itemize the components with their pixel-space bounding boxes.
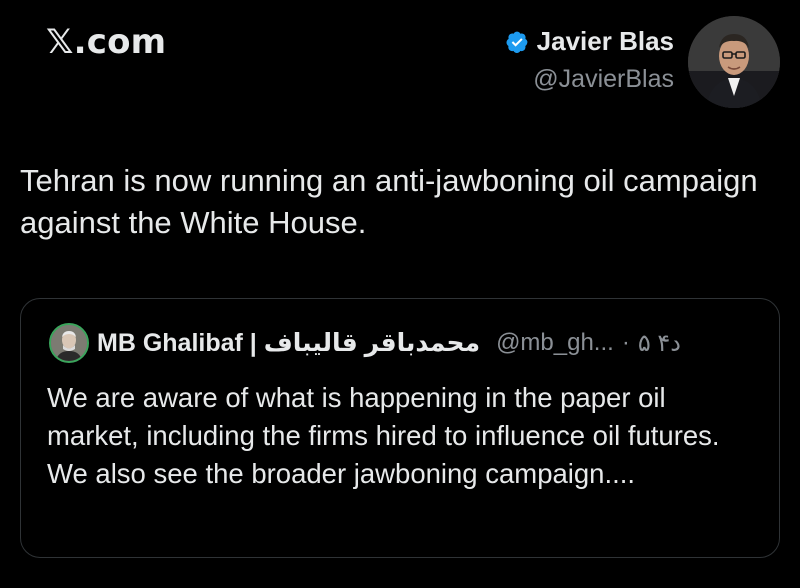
avatar-portrait-icon (688, 16, 780, 108)
site-logo: 𝕏.com (46, 22, 167, 62)
quoted-tweet[interactable]: MB Ghalibaf | محمدباقر قالیباف @mb_gh...… (20, 298, 780, 558)
verified-badge-icon (506, 31, 528, 53)
quoted-tweet-header: MB Ghalibaf | محمدباقر قالیباف @mb_gh...… (49, 323, 759, 363)
quoted-author-name[interactable]: MB Ghalibaf | محمدباقر قالیباف (97, 328, 480, 358)
author-avatar[interactable] (688, 16, 780, 108)
tweet-text: Tehran is now running an anti-jawboning … (20, 163, 758, 240)
quoted-tweet-text: We are aware of what is happening in the… (47, 382, 720, 489)
author-name[interactable]: Javier Blas (537, 26, 674, 57)
quoted-timestamp[interactable]: ۵ ۴د (638, 329, 681, 358)
avatar-portrait-icon (51, 325, 87, 361)
quoted-author-handle[interactable]: @mb_gh... (496, 329, 614, 357)
tweet-author[interactable]: Javier Blas @JavierBlas (505, 26, 674, 94)
quoted-separator: · (621, 329, 630, 356)
author-handle[interactable]: @JavierBlas (505, 65, 674, 94)
quoted-author-avatar[interactable] (49, 323, 89, 363)
